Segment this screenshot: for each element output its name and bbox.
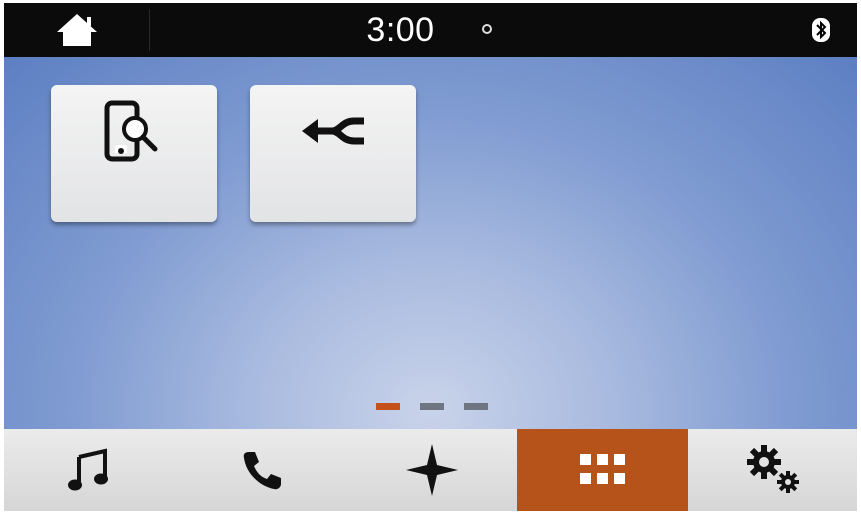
clock-time: 3:00: [366, 11, 435, 49]
apps-grid-icon: [579, 454, 625, 484]
tile-phone-search[interactable]: [51, 85, 217, 222]
head-unit-screen: 3:00: [4, 3, 857, 511]
navigation-star-icon: [405, 444, 458, 496]
page-indicator: [376, 403, 496, 411]
tile-merge-arrow[interactable]: [250, 85, 416, 222]
phone-icon: [243, 452, 281, 490]
bottom-nav-bar: [4, 429, 857, 511]
clock: 3:00: [4, 3, 857, 57]
merge-arrow-icon: [302, 117, 364, 145]
page-dot[interactable]: [420, 403, 444, 410]
page-dot-active[interactable]: [376, 403, 400, 410]
nav-phone[interactable]: [175, 429, 346, 511]
nav-audio[interactable]: [4, 429, 175, 511]
page-dot[interactable]: [464, 403, 488, 410]
bluetooth-icon: [812, 18, 830, 42]
status-indicator-dot: [482, 24, 492, 34]
phone-search-icon: [104, 100, 158, 162]
status-bar: 3:00: [4, 3, 857, 57]
nav-settings[interactable]: [688, 429, 857, 511]
nav-navigation[interactable]: [346, 429, 517, 511]
settings-gears-icon: [746, 445, 799, 493]
home-screen-area: [4, 57, 857, 429]
nav-apps[interactable]: [517, 429, 688, 511]
music-note-icon: [67, 448, 108, 491]
